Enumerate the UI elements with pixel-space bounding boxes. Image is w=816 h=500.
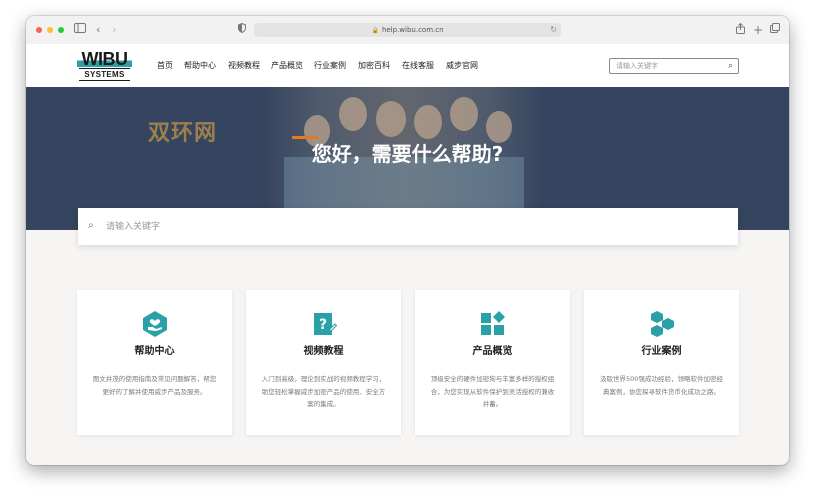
header-search: ⌕ [609,58,739,74]
search-icon[interactable]: ⌕ [88,220,94,232]
card-description: 入门到高级，理论到实战的视频教程学习，助您轻松掌握威步加密产品的使用、安全方案的… [261,375,386,408]
reload-icon[interactable]: ↻ [550,23,557,37]
card-description: 顶级安全的硬件加密狗与丰富多样的授权组合，为您实现从软件保护到灵活授权的兼收并蓄… [430,375,555,408]
card-product-overview[interactable]: 产品概览 顶级安全的硬件加密狗与丰富多样的授权组合，为您实现从软件保护到灵活授权… [415,290,570,435]
hero-search-input[interactable] [106,218,706,235]
card-help-center[interactable]: 帮助中心 图文并茂的使用指南及常见问题解答，帮您更好的了解并使用威步产品及服务。 [77,290,232,435]
logo-wordmark: WIBU [77,50,132,68]
wibu-logo[interactable]: WIBU SYSTEMS [77,50,132,81]
search-icon[interactable]: ⌕ [728,60,733,72]
nav-help-center[interactable]: 帮助中心 [184,59,216,73]
card-description: 图文并茂的使用指南及常见问题解答，帮您更好的了解并使用威步产品及服务。 [92,375,217,396]
nav-industry-cases[interactable]: 行业案例 [314,59,346,73]
nav-product-overview[interactable]: 产品概览 [271,59,303,73]
nav-video-tutorials[interactable]: 视频教程 [228,59,260,73]
card-title: 行业案例 [641,346,682,357]
header-search-input[interactable] [616,59,716,73]
watermark-text: 双环网 [148,121,218,146]
share-icon[interactable] [736,22,745,38]
tab-overview-icon[interactable] [770,23,780,37]
forward-arrow-icon[interactable]: › [112,23,116,37]
browser-window: ‹ › 🔒 help.wibu.com.cn ↻ + WIBU SYSTEMS 首… [26,16,789,465]
minimize-window-button[interactable] [47,27,53,33]
nav-online-support[interactable]: 在线客服 [402,59,434,73]
card-title: 帮助中心 [134,346,175,357]
nav-home[interactable]: 首页 [157,59,173,73]
logo-subtitle: SYSTEMS [79,68,130,81]
card-industry-cases[interactable]: 行业案例 汲取世界500强成功经验，领略软件加密经典案例，协您探寻软件货币化成功… [584,290,739,435]
card-video-tutorials[interactable]: ? 视频教程 入门到高级，理论到实战的视频教程学习，助您轻松掌握威步加密产品的使… [246,290,401,435]
heart-hand-icon [143,311,167,337]
zoom-window-button[interactable] [58,27,64,33]
hero-search-box: ⌕ [78,208,738,245]
lock-icon: 🔒 [371,27,379,34]
product-grid-icon [481,311,505,335]
site-header: WIBU SYSTEMS 首页 帮助中心 视频教程 产品概览 行业案例 加密百科… [26,44,789,87]
close-window-button[interactable] [36,27,42,33]
card-title: 视频教程 [303,346,344,357]
help-document-icon: ? [314,313,338,335]
card-title: 产品概览 [472,346,513,357]
nav-encryption-wiki[interactable]: 加密百科 [358,59,390,73]
hexagon-cluster-icon [651,311,674,337]
address-bar[interactable]: 🔒 help.wibu.com.cn ↻ [254,23,561,37]
url-text: help.wibu.com.cn [381,26,444,34]
sidebar-icon[interactable] [74,23,86,37]
back-arrow-icon[interactable]: ‹ [96,23,100,37]
hero-title: 您好，需要什么帮助? [311,142,504,166]
card-description: 汲取世界500强成功经验，领略软件加密经典案例，协您探寻软件货币化成功之路。 [600,375,723,396]
browser-toolbar: ‹ › 🔒 help.wibu.com.cn ↻ + [26,16,789,45]
new-tab-icon[interactable]: + [753,23,763,37]
privacy-shield-icon[interactable] [238,22,246,37]
svg-text:?: ? [319,317,327,333]
nav-official-site[interactable]: 威步官网 [446,59,478,73]
hero-accent-bar [292,136,318,139]
